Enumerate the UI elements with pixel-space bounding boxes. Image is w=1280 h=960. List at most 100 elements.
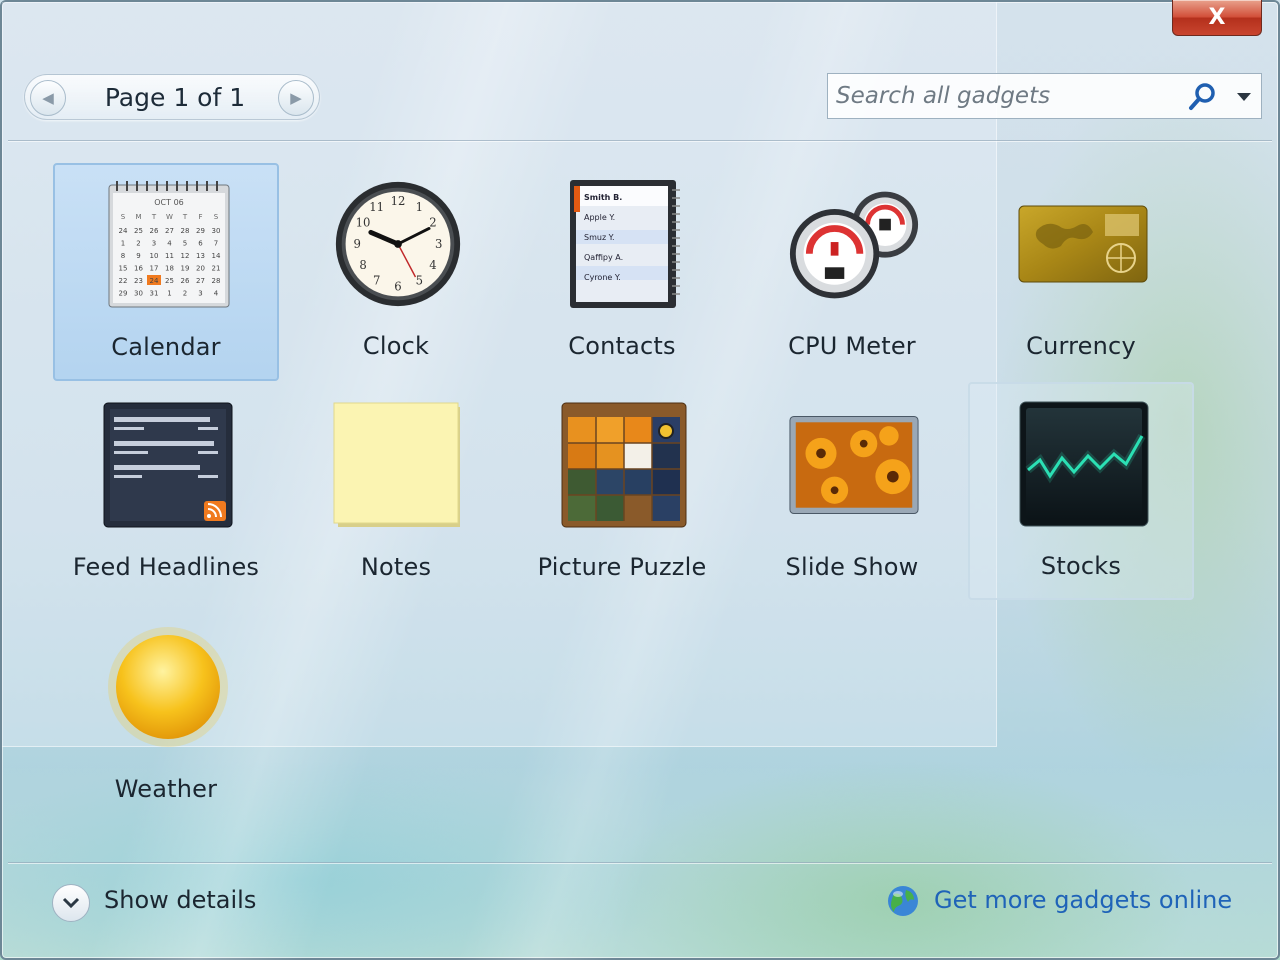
- close-button[interactable]: X: [1172, 0, 1262, 36]
- calendar-weekday: M: [135, 213, 141, 221]
- gadget-label: Slide Show: [785, 553, 919, 581]
- gadget-tile-contacts[interactable]: Smith B. Apple Y. Smuz Y. Qaffipy A. Cyr…: [509, 163, 735, 381]
- calendar-day: 26: [181, 277, 190, 285]
- search-icon[interactable]: [1186, 80, 1220, 114]
- contacts-icon: Smith B. Apple Y. Smuz Y. Qaffipy A. Cyr…: [558, 176, 690, 312]
- contact-name: Apple Y.: [584, 213, 615, 222]
- svg-text:8: 8: [359, 258, 366, 272]
- svg-text:1: 1: [416, 200, 423, 214]
- calendar-day: 6: [198, 240, 203, 248]
- get-more-gadgets-link[interactable]: Get more gadgets online: [934, 886, 1232, 914]
- calendar-day: 22: [119, 277, 128, 285]
- calendar-day: 2: [183, 290, 187, 298]
- gadget-label: CPU Meter: [788, 332, 916, 360]
- calendar-icon: OCT 06 SMTWTFS 24 25 26 27 28 29 30 1 2 3 4 5 6 7 8 9 10…: [103, 177, 235, 313]
- gadget-label: Contacts: [568, 332, 676, 360]
- contact-name: Smuz Y.: [584, 233, 615, 242]
- calendar-day: 9: [136, 252, 140, 260]
- calendar-weekday: F: [198, 213, 202, 221]
- chevron-down-icon: [1237, 93, 1251, 101]
- gadget-label: Clock: [362, 332, 430, 360]
- calendar-day: 7: [214, 240, 218, 248]
- calendar-weekday: T: [151, 213, 157, 221]
- calendar-day: 27: [196, 277, 205, 285]
- arrow-right-icon: ▶: [290, 89, 302, 107]
- calendar-day: 3: [198, 290, 202, 298]
- calendar-day: 24: [119, 227, 128, 235]
- gadget-tile-slide-show[interactable]: Slide Show: [739, 384, 965, 602]
- weather-icon: [102, 619, 234, 755]
- svg-text:9: 9: [354, 237, 361, 251]
- show-details-label[interactable]: Show details: [104, 886, 256, 914]
- svg-text:2: 2: [429, 216, 436, 230]
- gadget-label: Stocks: [1040, 552, 1122, 580]
- stocks-icon: [1018, 396, 1150, 532]
- calendar-day: 16: [134, 265, 143, 273]
- contact-name: Smith B.: [584, 193, 622, 202]
- gadget-tile-clock[interactable]: 12 1 2 345 678 9 10 11 Clock: [283, 163, 509, 381]
- slide-show-icon: [788, 397, 920, 533]
- calendar-day: 27: [165, 227, 174, 235]
- calendar-day: 31: [150, 290, 159, 298]
- clock-icon: 12 1 2 345 678 9 10 11: [332, 176, 464, 312]
- svg-text:4: 4: [429, 258, 436, 272]
- gadget-tile-picture-puzzle[interactable]: Picture Puzzle: [509, 384, 735, 602]
- calendar-day: 2: [136, 240, 140, 248]
- show-details-button[interactable]: [52, 884, 90, 922]
- calendar-day: 1: [121, 240, 125, 248]
- gadget-label: Feed Headlines: [72, 553, 260, 581]
- search-options-dropdown[interactable]: [1230, 80, 1258, 114]
- calendar-day: 14: [212, 252, 221, 260]
- footer-divider: [8, 862, 1272, 863]
- globe-icon: [888, 886, 918, 916]
- previous-page-button[interactable]: ◀: [30, 80, 66, 116]
- calendar-day: 4: [214, 290, 219, 298]
- svg-text:10: 10: [356, 216, 371, 230]
- chevron-down-icon: [62, 897, 80, 909]
- calendar-day: 29: [196, 227, 205, 235]
- header-divider: [8, 140, 1272, 141]
- gadget-label: Weather: [114, 775, 218, 803]
- calendar-day: 20: [196, 265, 205, 273]
- gadget-tile-calendar[interactable]: OCT 06 SMTWTFS 24 25 26 27 28 29 30 1 2 3 4 5 6 7 8 9 10…: [53, 163, 279, 381]
- picture-puzzle-icon: [558, 397, 690, 533]
- calendar-day: 26: [150, 227, 159, 235]
- gadget-tile-stocks[interactable]: Stocks: [968, 382, 1194, 600]
- calendar-day: 17: [150, 265, 159, 273]
- gadget-label: Calendar: [111, 333, 221, 361]
- next-page-button[interactable]: ▶: [278, 80, 314, 116]
- gadget-tile-weather[interactable]: Weather: [53, 606, 279, 824]
- calendar-day: 21: [212, 265, 221, 273]
- calendar-weekday: T: [182, 213, 188, 221]
- page-indicator: Page 1 of 1: [104, 83, 246, 112]
- calendar-day: 1: [167, 290, 171, 298]
- gadget-tile-notes[interactable]: Notes: [283, 384, 509, 602]
- calendar-day: 24: [150, 277, 159, 285]
- arrow-left-icon: ◀: [42, 89, 54, 107]
- svg-text:12: 12: [391, 194, 406, 208]
- notes-icon: [332, 397, 464, 533]
- calendar-day: 28: [181, 227, 190, 235]
- search-input[interactable]: [836, 76, 1176, 116]
- calendar-day: 28: [212, 277, 221, 285]
- feed-headlines-icon: [102, 397, 234, 533]
- gadget-tile-feed-headlines[interactable]: Feed Headlines: [53, 384, 279, 602]
- calendar-day: 11: [165, 252, 174, 260]
- contact-name: Cyrone Y.: [584, 273, 621, 282]
- calendar-day: 30: [134, 290, 143, 298]
- gadget-tile-currency[interactable]: Currency: [968, 163, 1194, 381]
- svg-text:7: 7: [373, 274, 380, 288]
- calendar-day: 29: [119, 290, 128, 298]
- calendar-day: 13: [196, 252, 205, 260]
- calendar-day: 18: [165, 265, 174, 273]
- calendar-day: 8: [121, 252, 125, 260]
- gadget-label: Notes: [360, 553, 432, 581]
- calendar-day: 30: [212, 227, 221, 235]
- currency-icon: [1017, 176, 1149, 312]
- calendar-day: 25: [134, 227, 143, 235]
- gadget-tile-cpu-meter[interactable]: CPU Meter: [739, 163, 965, 381]
- page-navigator: ◀ Page 1 of 1 ▶: [24, 74, 320, 120]
- calendar-day: 3: [152, 240, 156, 248]
- svg-text:5: 5: [416, 274, 423, 288]
- calendar-day: 5: [183, 240, 187, 248]
